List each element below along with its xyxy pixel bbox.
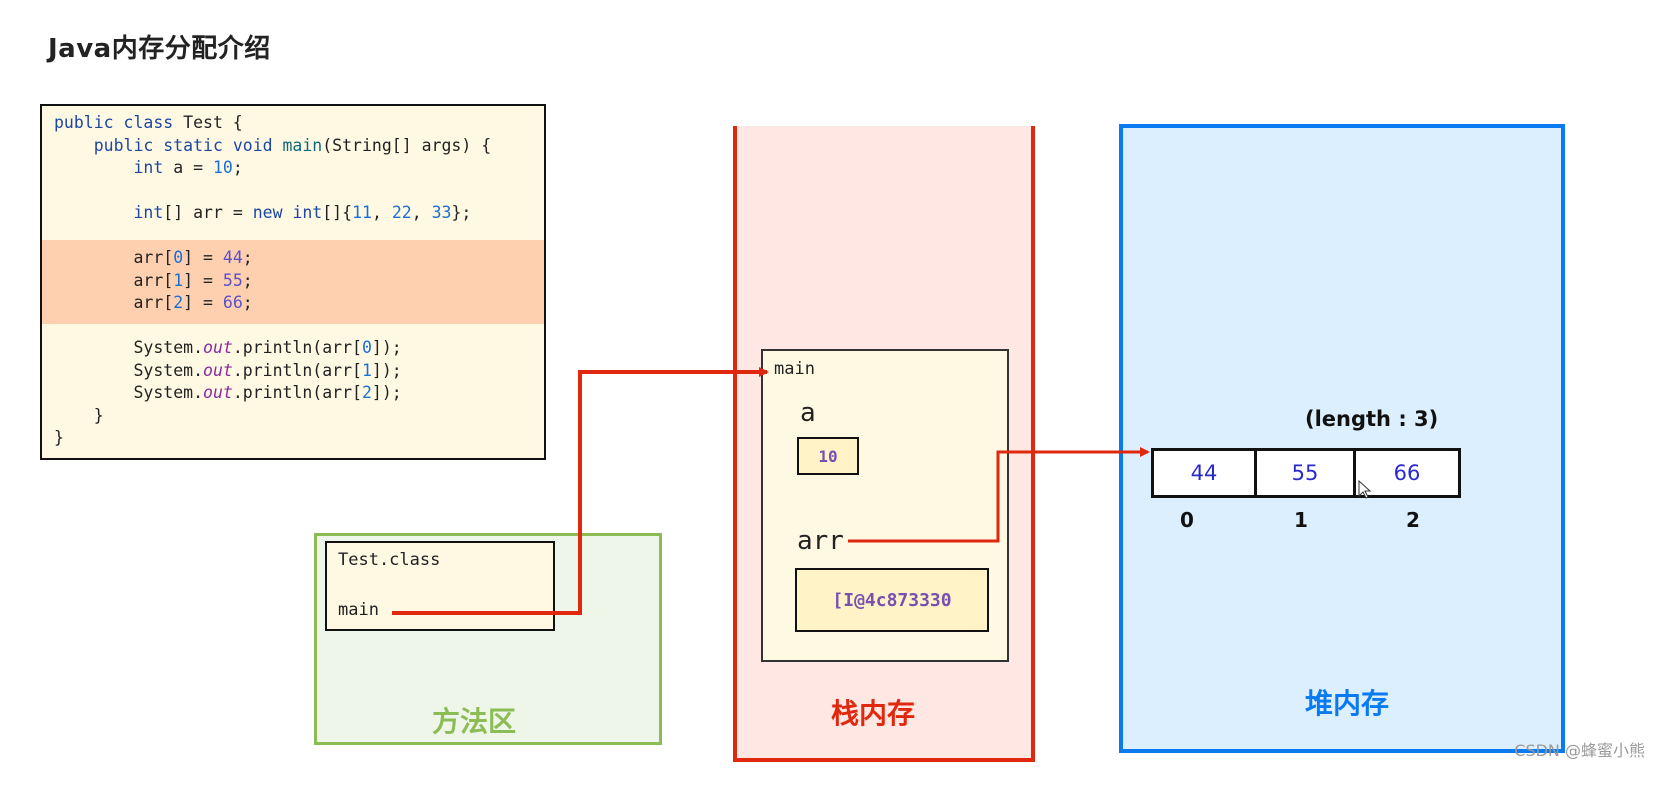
method-to-frame-arrow: [392, 367, 769, 615]
arr-to-heap-arrow: [848, 447, 1150, 543]
reference-arrows: [392, 367, 1150, 615]
mouse-cursor-icon: [1358, 480, 1372, 499]
watermark: CSDN @蜂蜜小熊: [1514, 741, 1645, 760]
